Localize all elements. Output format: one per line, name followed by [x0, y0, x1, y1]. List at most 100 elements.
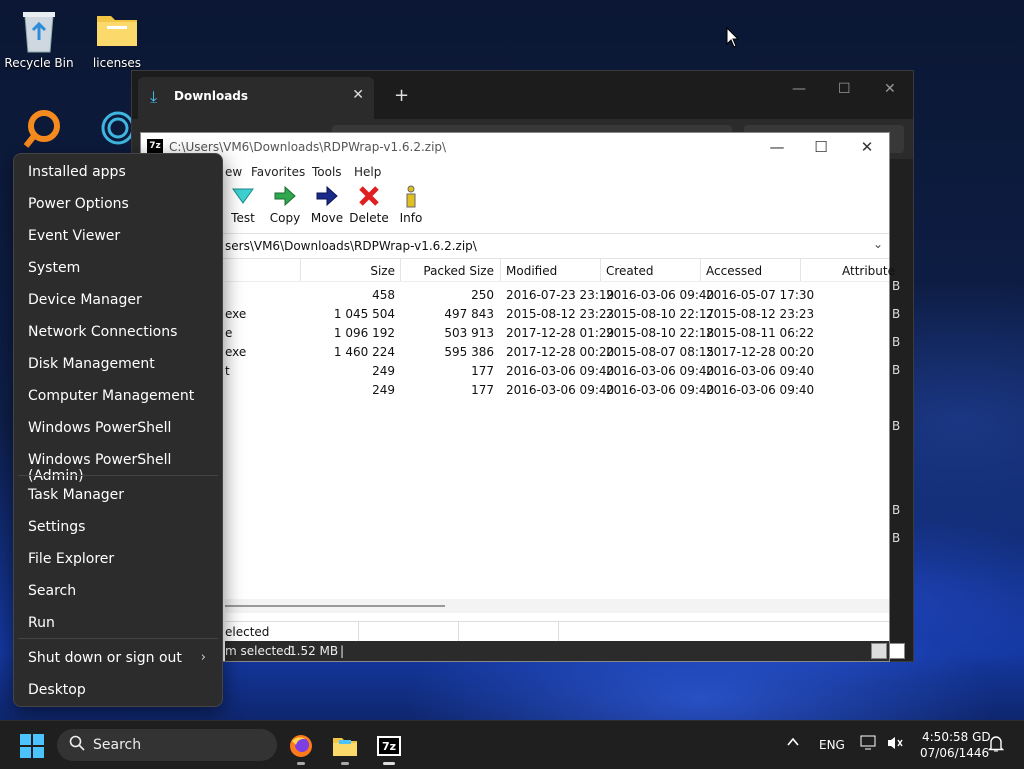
- menu-item-label: Windows PowerShell: [28, 420, 172, 436]
- menu-tools[interactable]: Tools: [312, 165, 342, 179]
- 7zip-logo-icon: 7z: [147, 139, 163, 153]
- start-button[interactable]: [20, 734, 44, 758]
- horizontal-scrollbar[interactable]: [225, 599, 889, 613]
- menu-item-disk-management[interactable]: Disk Management: [14, 349, 222, 379]
- winx-context-menu: Installed apps Power Options Event Viewer S…: [13, 153, 223, 707]
- cell-name: t: [225, 364, 230, 378]
- cell-accessed: 2015-08-11 06:22: [706, 326, 815, 340]
- close-window-icon[interactable]: ✕: [853, 138, 881, 156]
- new-tab-button[interactable]: +: [394, 85, 409, 106]
- list-header: Size Packed Size Modified Created Access…: [225, 259, 895, 282]
- desktop-icon-licenses[interactable]: licenses: [79, 8, 155, 70]
- table-row[interactable]: exe 1 045 504 497 843 2015-08-12 23:23 2015-…: [225, 304, 889, 323]
- table-row[interactable]: 249 177 2016-03-06 09:40 2016-03-06 09:40 20…: [225, 380, 889, 399]
- table-row[interactable]: t 249 177 2016-03-06 09:40 2016-03-06 09:40 2…: [225, 361, 889, 380]
- desktop-icon-recycle-bin[interactable]: Recycle Bin: [1, 8, 77, 70]
- tab-downloads[interactable]: ⤓ Downloads ✕: [138, 77, 374, 119]
- menu-view[interactable]: ew: [225, 165, 242, 179]
- volume-muted-icon[interactable]: [886, 735, 904, 754]
- status-bar-secondary: m selected 1.52 MB |: [225, 641, 905, 661]
- table-row[interactable]: 458 250 2016-07-23 23:19 2016-03-06 09:40 20…: [225, 285, 889, 304]
- close-window-icon[interactable]: ✕: [884, 81, 896, 97]
- large-icons-view-icon[interactable]: [889, 643, 905, 659]
- minimize-icon[interactable]: —: [792, 81, 806, 97]
- delete-button[interactable]: Delete: [347, 185, 391, 225]
- menu-item-power-options[interactable]: Power Options: [14, 189, 222, 219]
- column-size[interactable]: Size: [300, 264, 395, 278]
- size-unit: B: [892, 531, 901, 545]
- minimize-icon[interactable]: —: [763, 138, 791, 156]
- clock-date[interactable]: 07/06/1446: [920, 746, 989, 760]
- menu-item-label: File Explorer: [28, 551, 115, 567]
- menu-help[interactable]: Help: [354, 165, 381, 179]
- menu-item-windows-powershell[interactable]: Windows PowerShell: [14, 413, 222, 443]
- column-created[interactable]: Created: [606, 264, 654, 278]
- copy-button[interactable]: Copy: [263, 185, 307, 225]
- clock-time[interactable]: 4:50:58 GD: [922, 730, 991, 744]
- menu-item-label: Device Manager: [28, 292, 142, 308]
- size-unit: B: [892, 419, 901, 433]
- column-modified[interactable]: Modified: [506, 264, 557, 278]
- menu-item-network-connections[interactable]: Network Connections: [14, 317, 222, 347]
- move-button[interactable]: Move: [305, 185, 349, 225]
- menu-item-desktop[interactable]: Desktop: [14, 675, 222, 705]
- scrollbar-thumb[interactable]: [225, 605, 445, 607]
- column-accessed[interactable]: Accessed: [706, 264, 762, 278]
- move-icon: [305, 185, 349, 211]
- cell-modified: 2017-12-28 01:29: [506, 326, 615, 340]
- cell-created: 2015-08-07 08:15: [606, 345, 715, 359]
- menu-favorites[interactable]: Favorites: [251, 165, 305, 179]
- 7zip-window[interactable]: 7z C:\Users\VM6\Downloads\RDPWrap-v1.6.2…: [140, 132, 905, 662]
- delete-icon: [347, 185, 391, 211]
- menu-item-device-manager[interactable]: Device Manager: [14, 285, 222, 315]
- menu-item-run[interactable]: Run: [14, 608, 222, 638]
- language-indicator[interactable]: ENG: [819, 738, 845, 752]
- search-icon: [69, 735, 85, 755]
- file-explorer-taskbar-button[interactable]: [328, 729, 362, 765]
- taskbar-search[interactable]: Search: [57, 729, 277, 761]
- chevron-down-icon[interactable]: ⌄: [873, 237, 883, 251]
- chevron-up-icon[interactable]: [786, 735, 800, 752]
- cell-packed-size: 503 913: [444, 326, 494, 340]
- cell-packed-size: 595 386: [444, 345, 494, 359]
- 7zip-address-bar[interactable]: sers\VM6\Downloads\RDPWrap-v1.6.2.zip\ ⌄: [141, 234, 889, 259]
- menu-item-computer-management[interactable]: Computer Management: [14, 381, 222, 411]
- menu-item-event-viewer[interactable]: Event Viewer: [14, 221, 222, 251]
- menu-item-search[interactable]: Search: [14, 576, 222, 606]
- tool-label: Copy: [269, 211, 301, 225]
- menu-item-label: Shut down or sign out: [28, 650, 182, 666]
- column-attributes[interactable]: Attribute: [842, 264, 895, 278]
- menu-item-shut-down-or-sign-out[interactable]: Shut down or sign out ›: [14, 643, 222, 673]
- menu-item-windows-powershell-admin[interactable]: Windows PowerShell (Admin): [14, 445, 222, 484]
- tool-label: Delete: [349, 211, 389, 225]
- cell-modified: 2017-12-28 00:20: [506, 345, 615, 359]
- menu-item-file-explorer[interactable]: File Explorer: [14, 544, 222, 574]
- magnifier-app-icon[interactable]: [22, 108, 64, 153]
- cell-size: 458: [372, 288, 395, 302]
- notification-bell-icon[interactable]: [987, 735, 1005, 756]
- table-row[interactable]: e1 096 192 503 913 2017-12-28 01:29 2015-08…: [225, 323, 889, 342]
- menu-item-task-manager[interactable]: Task Manager: [14, 480, 222, 510]
- menu-item-installed-apps[interactable]: Installed apps: [14, 157, 222, 187]
- column-packed-size[interactable]: Packed Size: [400, 264, 494, 278]
- chevron-right-icon: ›: [200, 650, 206, 665]
- firefox-taskbar-button[interactable]: [284, 729, 318, 765]
- sync-app-icon[interactable]: [100, 108, 135, 153]
- menu-divider: [18, 638, 218, 639]
- 7zip-file-list[interactable]: Size Packed Size Modified Created Access…: [225, 259, 895, 599]
- close-tab-icon[interactable]: ✕: [352, 87, 364, 103]
- desktop-icon-label: licenses: [92, 56, 142, 70]
- info-button[interactable]: Info: [389, 185, 433, 225]
- menu-item-settings[interactable]: Settings: [14, 512, 222, 542]
- test-button[interactable]: Test: [221, 185, 265, 225]
- cell-accessed: 2015-08-12 23:23: [706, 307, 815, 321]
- maximize-icon[interactable]: ☐: [838, 81, 851, 97]
- table-row[interactable]: exe 1 460 224 595 386 2017-12-28 00:20 2015-…: [225, 342, 889, 361]
- network-icon[interactable]: [860, 735, 878, 754]
- tab-title: Downloads: [174, 89, 249, 103]
- 7zip-taskbar-button[interactable]: 7z: [372, 729, 406, 765]
- details-view-icon[interactable]: [871, 643, 887, 659]
- maximize-icon[interactable]: ☐: [807, 138, 835, 156]
- recycle-bin-icon: [17, 8, 61, 53]
- menu-item-system[interactable]: System: [14, 253, 222, 283]
